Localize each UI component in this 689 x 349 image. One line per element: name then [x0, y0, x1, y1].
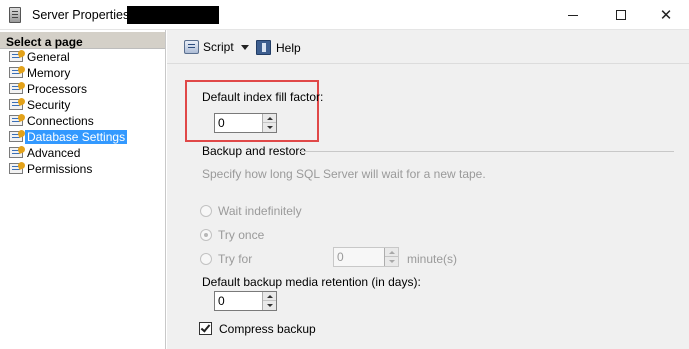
retention-value[interactable]: 0: [218, 294, 225, 308]
nav-item-label: Database Settings: [25, 130, 128, 144]
window-title: Server Properties -: [32, 8, 137, 22]
page-selector-panel: Select a page General Memory Processors Sec…: [0, 30, 166, 349]
help-button[interactable]: Help: [256, 40, 301, 55]
nav-item-advanced[interactable]: Advanced: [0, 145, 165, 161]
fill-factor-value[interactable]: 0: [218, 116, 225, 130]
nav-item-label: Security: [27, 98, 71, 112]
checkmark-icon: [200, 322, 211, 333]
backup-description: Specify how long SQL Server will wait fo…: [202, 167, 486, 181]
property-page-icon: [9, 115, 23, 126]
nav-item-label: Permissions: [27, 162, 93, 176]
nav-item-general[interactable]: General: [0, 49, 165, 65]
compress-backup-label: Compress backup: [219, 322, 316, 336]
try-for-value[interactable]: 0: [337, 250, 344, 264]
try-for-up-button[interactable]: [385, 248, 398, 257]
nav-item-label: Processors: [27, 82, 88, 96]
server-app-icon: [9, 7, 21, 23]
try-once-radio[interactable]: [200, 229, 212, 241]
property-page-icon: [9, 67, 23, 78]
property-page-icon: [9, 99, 23, 110]
arrow-down-icon: [266, 304, 273, 307]
retention-down-button[interactable]: [263, 301, 276, 310]
nav-item-connections[interactable]: Connections: [0, 113, 165, 129]
maximize-icon: [616, 10, 626, 20]
toolbar: Script Help: [167, 30, 689, 64]
try-for-spin-buttons: [384, 248, 398, 266]
select-page-header: Select a page: [0, 32, 165, 49]
retention-spinbox[interactable]: 0: [214, 291, 277, 311]
arrow-down-icon: [266, 126, 273, 129]
help-book-icon: [256, 40, 271, 55]
nav-item-database-settings[interactable]: Database Settings: [0, 129, 165, 145]
compress-backup-checkbox[interactable]: [199, 322, 212, 335]
nav-item-memory[interactable]: Memory: [0, 65, 165, 81]
nav-item-label: Memory: [27, 66, 71, 80]
close-icon: ✕: [659, 7, 673, 24]
page-list: General Memory Processors Security Connectio…: [0, 49, 165, 177]
retention-label: Default backup media retention (in days)…: [202, 275, 421, 289]
arrow-down-icon: [388, 260, 395, 263]
property-page-icon: [9, 83, 23, 94]
fill-factor-down-button[interactable]: [263, 123, 276, 132]
property-page-icon: [9, 51, 23, 62]
minimize-button[interactable]: [550, 0, 596, 30]
script-dropdown-arrow-icon[interactable]: [241, 45, 249, 50]
script-label: Script: [203, 40, 234, 54]
wait-indefinitely-label: Wait indefinitely: [218, 204, 302, 218]
settings-content: Script Help Default index fill factor: 0…: [167, 30, 689, 349]
nav-item-label: Advanced: [27, 146, 81, 160]
arrow-up-icon: [266, 294, 273, 298]
group-divider: [300, 151, 674, 152]
wait-indefinitely-radio[interactable]: [200, 205, 212, 217]
property-page-icon: [9, 131, 23, 142]
nav-item-permissions[interactable]: Permissions: [0, 161, 165, 177]
arrow-up-icon: [388, 250, 395, 254]
try-for-radio[interactable]: [200, 253, 212, 265]
help-label: Help: [276, 40, 301, 55]
minimize-icon: [568, 14, 578, 16]
redacted-server-name: [127, 6, 219, 24]
arrow-up-icon: [266, 116, 273, 120]
fill-factor-spinbox[interactable]: 0: [214, 113, 277, 133]
script-icon: [184, 40, 199, 54]
try-for-down-button[interactable]: [385, 257, 398, 266]
nav-item-security[interactable]: Security: [0, 97, 165, 113]
retention-spin-buttons: [262, 292, 276, 310]
nav-item-label: General: [27, 50, 70, 64]
fill-factor-label: Default index fill factor:: [202, 90, 324, 104]
fill-factor-up-button[interactable]: [263, 114, 276, 123]
retention-up-button[interactable]: [263, 292, 276, 301]
nav-item-processors[interactable]: Processors: [0, 81, 165, 97]
maximize-button[interactable]: [598, 0, 644, 30]
try-for-spinbox[interactable]: 0: [333, 247, 399, 267]
fill-factor-spin-buttons: [262, 114, 276, 132]
script-button[interactable]: Script: [184, 40, 234, 54]
minutes-label: minute(s): [407, 252, 458, 266]
try-for-label: Try for: [218, 252, 253, 266]
title-bar: Server Properties - ✕: [0, 0, 689, 30]
nav-item-label: Connections: [27, 114, 94, 128]
close-button[interactable]: ✕: [643, 0, 689, 30]
backup-restore-group-label: Backup and restore: [202, 144, 307, 158]
property-page-icon: [9, 163, 23, 174]
property-page-icon: [9, 147, 23, 158]
try-once-label: Try once: [218, 228, 265, 242]
